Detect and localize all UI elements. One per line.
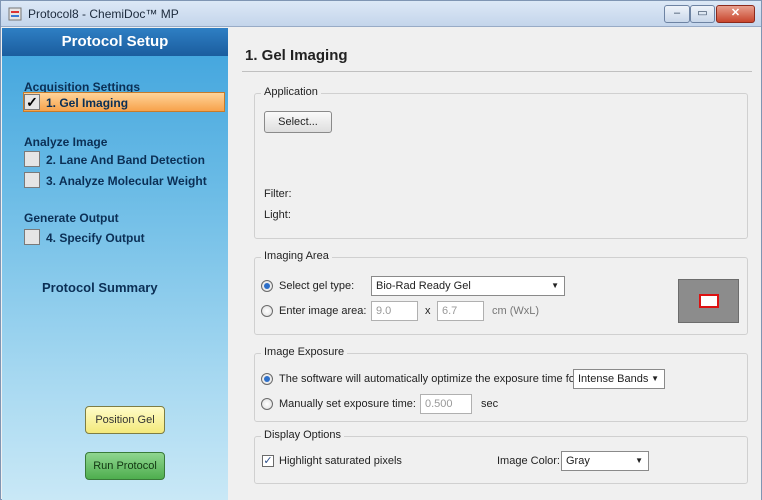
sidebar-item-analyze-molecular-weight[interactable]: 3. Analyze Molecular Weight xyxy=(24,171,224,191)
chevron-down-icon: ▼ xyxy=(551,281,559,290)
gel-type-value: Bio-Rad Ready Gel xyxy=(376,280,471,292)
light-label: Light: xyxy=(264,209,291,221)
display-options-group-title: Display Options xyxy=(261,429,345,441)
image-width-input[interactable]: 9.0 xyxy=(371,301,418,321)
image-exposure-group-title: Image Exposure xyxy=(261,346,348,358)
auto-exposure-radio[interactable] xyxy=(261,373,273,385)
section-analyze-image: Analyze Image xyxy=(24,135,108,149)
image-color-value: Gray xyxy=(566,455,590,467)
select-application-button[interactable]: Select... xyxy=(264,111,332,133)
chevron-down-icon: ▼ xyxy=(635,456,643,465)
imaging-area-preview xyxy=(678,279,739,323)
position-gel-button[interactable]: Position Gel xyxy=(85,406,165,434)
manual-exposure-label: Manually set exposure time: xyxy=(279,398,416,410)
protocol-sidebar: Protocol Setup Acquisition Settings ✓ 1.… xyxy=(2,28,228,500)
image-color-dropdown[interactable]: Gray ▼ xyxy=(561,451,649,471)
image-exposure-group: Image Exposure The software will automat… xyxy=(254,346,748,422)
exposure-time-input[interactable]: 0.500 xyxy=(420,394,472,414)
sidebar-item-label: 2. Lane And Band Detection xyxy=(46,153,205,167)
imaging-area-group: Imaging Area Select gel type: Bio-Rad Re… xyxy=(254,250,748,335)
sidebar-item-label: 4. Specify Output xyxy=(46,231,145,245)
protocol-summary-link[interactable]: Protocol Summary xyxy=(42,280,158,295)
maximize-button[interactable]: ▭ xyxy=(690,5,715,23)
close-button[interactable]: ✕ xyxy=(716,5,755,23)
title-bar: Protocol8 - ChemiDoc™ MP – ▭ ✕ xyxy=(1,1,761,27)
run-protocol-button[interactable]: Run Protocol xyxy=(85,452,165,480)
specify-output-checkbox[interactable] xyxy=(24,229,40,245)
chevron-down-icon: ▼ xyxy=(651,374,659,383)
app-window: Protocol8 - ChemiDoc™ MP – ▭ ✕ Protocol … xyxy=(0,0,762,500)
manual-exposure-radio[interactable] xyxy=(261,398,273,410)
gel-imaging-checkbox[interactable]: ✓ xyxy=(24,94,40,110)
exposure-target-value: Intense Bands xyxy=(578,373,649,385)
enter-image-area-label: Enter image area: xyxy=(279,305,367,317)
sidebar-item-gel-imaging[interactable]: ✓ 1. Gel Imaging xyxy=(23,92,225,112)
application-group: Application Select... Filter: Light: xyxy=(254,86,748,239)
sidebar-item-label: 3. Analyze Molecular Weight xyxy=(46,174,207,188)
seconds-unit-label: sec xyxy=(481,398,499,410)
window-title: Protocol8 - ChemiDoc™ MP xyxy=(28,7,179,21)
select-gel-type-label: Select gel type: xyxy=(279,280,355,292)
section-generate-output: Generate Output xyxy=(24,211,119,225)
image-length-input[interactable]: 6.7 xyxy=(437,301,484,321)
sidebar-header: Protocol Setup xyxy=(2,28,228,56)
sidebar-item-label: 1. Gel Imaging xyxy=(46,96,129,110)
image-color-label: Image Color: xyxy=(497,455,560,467)
filter-label: Filter: xyxy=(264,188,292,200)
gel-area-indicator xyxy=(699,294,719,308)
chemidoc-app-icon xyxy=(8,7,22,21)
sidebar-item-lane-band-detection[interactable]: 2. Lane And Band Detection xyxy=(24,150,224,170)
main-panel: 1. Gel Imaging Application Select... Fil… xyxy=(228,28,761,500)
page-title: 1. Gel Imaging xyxy=(245,47,348,64)
auto-exposure-label: The software will automatically optimize… xyxy=(279,373,579,385)
lane-band-checkbox[interactable] xyxy=(24,151,40,167)
enter-image-area-radio[interactable] xyxy=(261,305,273,317)
sidebar-item-specify-output[interactable]: 4. Specify Output xyxy=(24,228,224,248)
minimize-button[interactable]: – xyxy=(664,5,690,23)
highlight-saturated-label: Highlight saturated pixels xyxy=(279,455,402,467)
dimension-separator: x xyxy=(425,305,431,317)
molecular-weight-checkbox[interactable] xyxy=(24,172,40,188)
gel-type-dropdown[interactable]: Bio-Rad Ready Gel ▼ xyxy=(371,276,565,296)
title-divider xyxy=(242,71,752,72)
select-gel-type-radio[interactable] xyxy=(261,280,273,292)
dimension-unit-label: cm (WxL) xyxy=(492,305,540,317)
highlight-saturated-checkbox[interactable]: ✓ xyxy=(262,455,274,467)
exposure-target-dropdown[interactable]: Intense Bands ▼ xyxy=(573,369,665,389)
display-options-group: Display Options ✓ Highlight saturated pi… xyxy=(254,429,748,484)
imaging-area-group-title: Imaging Area xyxy=(261,250,332,262)
application-group-title: Application xyxy=(261,86,321,98)
